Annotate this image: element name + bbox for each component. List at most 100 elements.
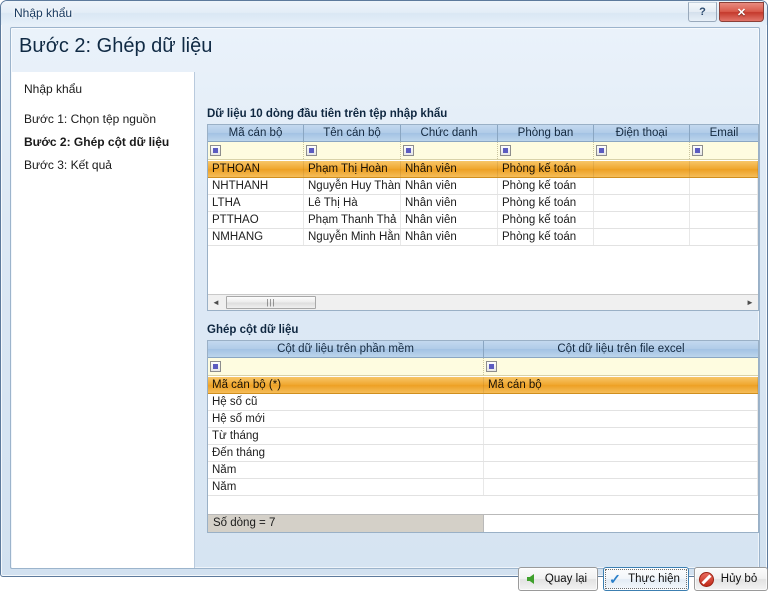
table-cell[interactable] (484, 479, 758, 495)
table-cell[interactable] (594, 212, 690, 228)
table-cell[interactable]: Nguyễn Huy Thàn (304, 178, 401, 194)
close-icon[interactable]: ✕ (719, 2, 764, 22)
scroll-right-icon[interactable]: ► (742, 295, 758, 310)
scrollbar-thumb[interactable]: ||| (226, 296, 316, 309)
table-cell[interactable]: Phạm Thanh Thả (304, 212, 401, 228)
table-cell[interactable] (594, 195, 690, 211)
table-row[interactable]: Đến tháng (208, 445, 758, 462)
table-cell[interactable] (484, 428, 758, 444)
table-cell[interactable] (690, 212, 758, 228)
preview-grid-filter-cell[interactable] (208, 142, 304, 159)
table-cell[interactable]: Từ tháng (208, 428, 484, 444)
table-cell[interactable]: Phòng kế toán (498, 212, 594, 228)
table-row[interactable]: Từ tháng (208, 428, 758, 445)
sidebar-item-step-1[interactable]: Bước 1: Chọn tệp nguồn (24, 112, 156, 126)
table-cell[interactable]: Nhân viên (401, 178, 498, 194)
table-cell[interactable] (690, 229, 758, 245)
scroll-left-icon[interactable]: ◄ (208, 295, 224, 310)
preview-grid-column-header[interactable]: Tên cán bộ (304, 125, 401, 141)
table-row[interactable]: Hệ số mới (208, 411, 758, 428)
filter-icon[interactable] (210, 361, 221, 372)
table-cell[interactable]: Nhân viên (401, 161, 498, 177)
preview-grid-filter-row[interactable] (208, 142, 758, 160)
ban-icon (695, 571, 717, 587)
table-cell[interactable]: Năm (208, 462, 484, 478)
table-row[interactable]: NHTHANH Nguyễn Huy Thàn Nhân viên Phòng kế … (208, 178, 758, 195)
mapping-grid-filter-cell[interactable] (208, 358, 484, 375)
table-cell[interactable]: Phòng kế toán (498, 178, 594, 194)
table-cell[interactable]: Phòng kế toán (498, 229, 594, 245)
table-cell[interactable] (594, 161, 690, 177)
table-cell[interactable]: PTHOAN (208, 161, 304, 177)
table-cell[interactable] (484, 462, 758, 478)
preview-grid-column-header[interactable]: Điện thoại (594, 125, 690, 141)
table-row[interactable]: Năm (208, 479, 758, 496)
table-row[interactable]: Mã cán bộ (*) Mã cán bộ (208, 377, 758, 394)
preview-grid-column-header[interactable]: Mã cán bộ (208, 125, 304, 141)
preview-grid-filter-cell[interactable] (690, 142, 758, 159)
table-row[interactable]: NMHANG Nguyễn Minh Hằn Nhân viên Phòng kế t… (208, 229, 758, 246)
table-cell[interactable] (484, 411, 758, 427)
preview-grid-filter-cell[interactable] (498, 142, 594, 159)
table-cell[interactable] (484, 445, 758, 461)
table-cell[interactable]: NMHANG (208, 229, 304, 245)
preview-grid-rows[interactable]: PTHOAN Phạm Thị Hoàn Nhân viên Phòng kế toá… (208, 161, 758, 310)
table-cell[interactable]: Phạm Thị Hoàn (304, 161, 401, 177)
table-row[interactable]: LTHA Lê Thị Hà Nhân viên Phòng kế toán (208, 195, 758, 212)
filter-icon[interactable] (486, 361, 497, 372)
sidebar-item-step-2[interactable]: Bước 2: Ghép cột dữ liệu (24, 135, 169, 149)
preview-grid-filter-cell[interactable] (304, 142, 401, 159)
mapping-grid-filter-cell[interactable] (484, 358, 758, 375)
filter-icon[interactable] (500, 145, 511, 156)
table-cell[interactable] (690, 161, 758, 177)
mapping-grid-column-header[interactable]: Cột dữ liệu trên phần mềm (208, 341, 484, 357)
table-row[interactable]: Năm (208, 462, 758, 479)
filter-icon[interactable] (403, 145, 414, 156)
preview-grid-column-header[interactable]: Email (690, 125, 758, 141)
table-cell[interactable]: Đến tháng (208, 445, 484, 461)
table-row[interactable]: PTHOAN Phạm Thị Hoàn Nhân viên Phòng kế toá… (208, 161, 758, 178)
table-cell[interactable]: Mã cán bộ (*) (208, 377, 484, 393)
table-cell[interactable] (690, 178, 758, 194)
filter-icon[interactable] (306, 145, 317, 156)
table-cell[interactable] (690, 195, 758, 211)
table-cell[interactable]: NHTHANH (208, 178, 304, 194)
table-cell[interactable] (594, 229, 690, 245)
filter-icon[interactable] (210, 145, 221, 156)
filter-icon[interactable] (692, 145, 703, 156)
table-cell[interactable]: PTTHAO (208, 212, 304, 228)
table-row[interactable]: Hệ số cũ (208, 394, 758, 411)
mapping-grid-filter-row[interactable] (208, 358, 758, 376)
preview-grid-column-header[interactable]: Phòng ban (498, 125, 594, 141)
sidebar-item-step-3[interactable]: Bước 3: Kết quả (24, 158, 112, 172)
table-cell[interactable]: Nguyễn Minh Hằn (304, 229, 401, 245)
back-button[interactable]: Quay lại (518, 567, 598, 591)
table-cell[interactable]: Lê Thị Hà (304, 195, 401, 211)
table-cell[interactable]: Nhân viên (401, 212, 498, 228)
table-cell[interactable]: Hệ số cũ (208, 394, 484, 410)
table-cell[interactable]: Mã cán bộ (484, 377, 758, 393)
mapping-grid-rows[interactable]: Mã cán bộ (*) Mã cán bộ Hệ số cũ Hệ số mới T… (208, 377, 758, 532)
table-cell[interactable]: Phòng kế toán (498, 195, 594, 211)
table-cell[interactable]: Hệ số mới (208, 411, 484, 427)
table-row[interactable]: PTTHAO Phạm Thanh Thả Nhân viên Phòng kế to… (208, 212, 758, 229)
table-cell[interactable] (484, 394, 758, 410)
table-cell[interactable]: Nhân viên (401, 195, 498, 211)
preview-data-grid[interactable]: Mã cán bộ Tên cán bộ Chức danh Phòng ban Điệ… (207, 124, 759, 311)
preview-grid-column-header[interactable]: Chức danh (401, 125, 498, 141)
preview-grid-filter-cell[interactable] (401, 142, 498, 159)
table-cell[interactable]: Phòng kế toán (498, 161, 594, 177)
mapping-grid-column-header[interactable]: Cột dữ liệu trên file excel (484, 341, 758, 357)
column-mapping-grid[interactable]: Cột dữ liệu trên phần mềm Cột dữ liệu trê… (207, 340, 759, 533)
table-cell[interactable]: Nhân viên (401, 229, 498, 245)
filter-icon[interactable] (596, 145, 607, 156)
table-cell[interactable]: Năm (208, 479, 484, 495)
preview-horizontal-scrollbar[interactable]: ◄ ||| ► (208, 294, 758, 310)
window-title: Nhập khẩu (14, 6, 73, 20)
cancel-button[interactable]: Hủy bỏ (694, 567, 768, 591)
execute-button[interactable]: ✓ Thực hiện (603, 567, 689, 591)
preview-grid-filter-cell[interactable] (594, 142, 690, 159)
table-cell[interactable] (594, 178, 690, 194)
help-button[interactable]: ? (688, 2, 717, 22)
table-cell[interactable]: LTHA (208, 195, 304, 211)
